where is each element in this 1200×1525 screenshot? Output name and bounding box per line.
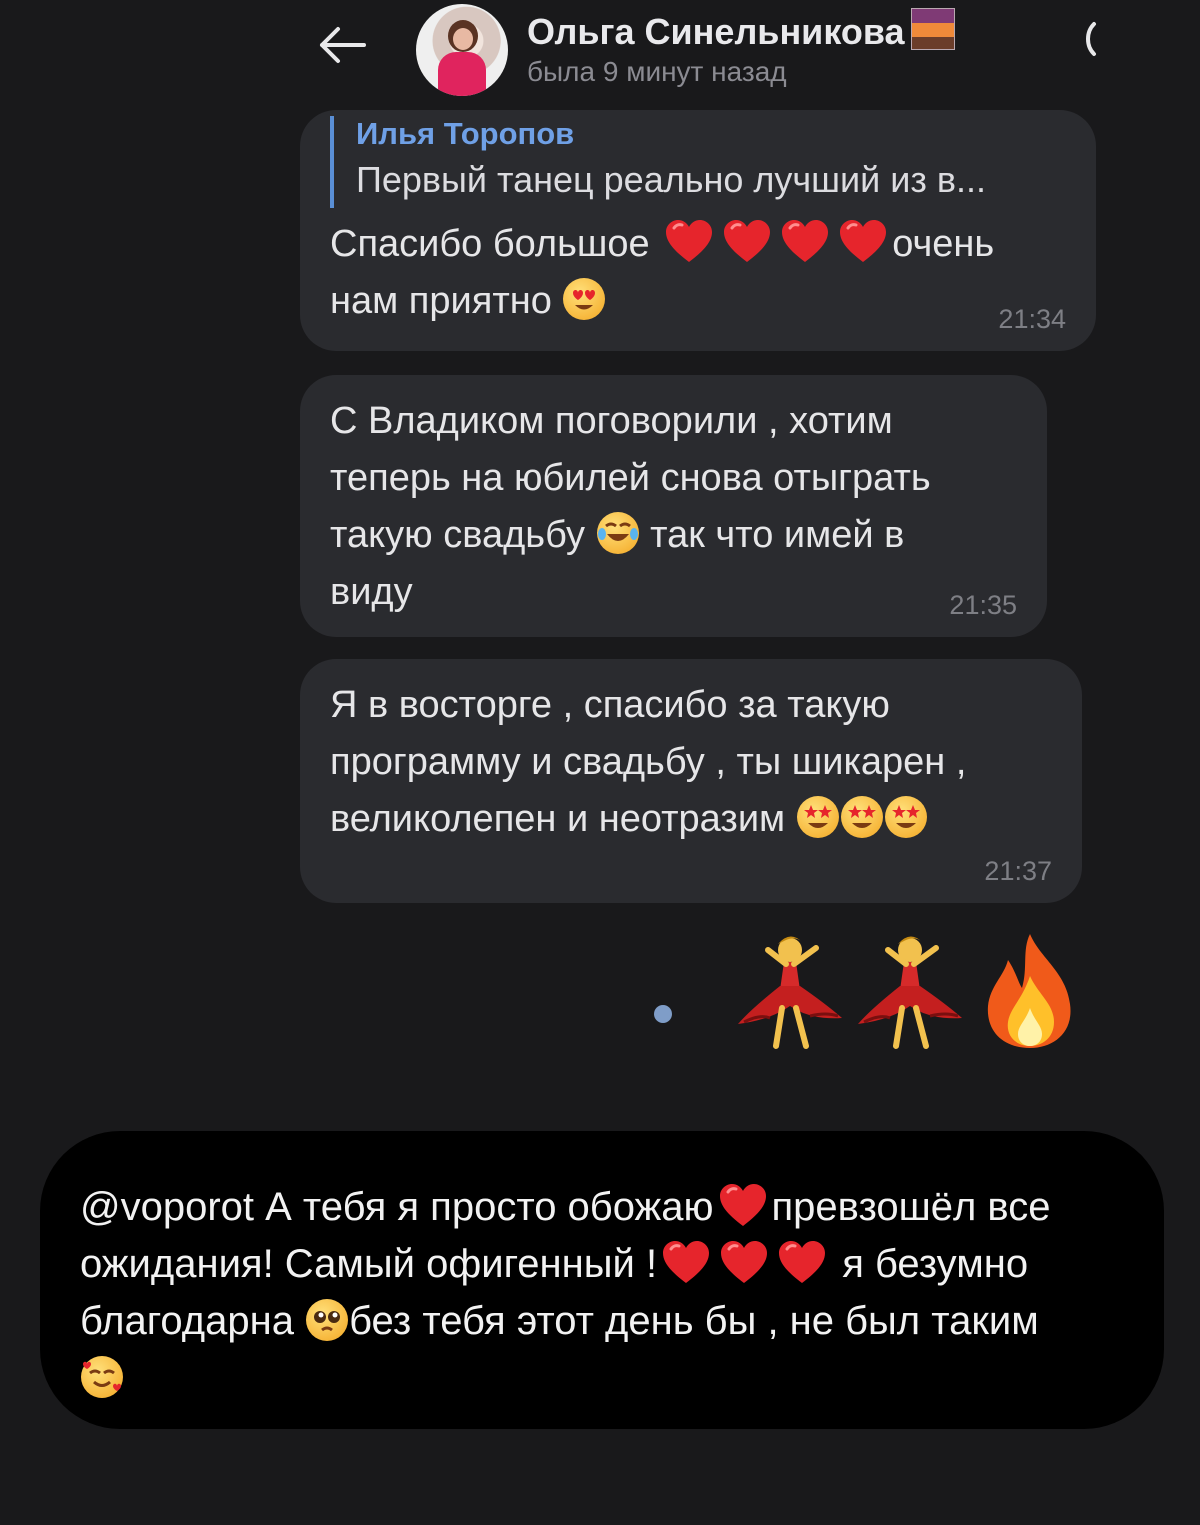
heart-icon bbox=[776, 1237, 828, 1289]
message-text-part: очень bbox=[892, 223, 995, 265]
message-bubble[interactable]: Я в восторге , спасибо за такую программ… bbox=[300, 659, 1082, 903]
heart-icon bbox=[721, 216, 773, 268]
reply-quote[interactable]: Илья Торопов Первый танец реально лучший… bbox=[330, 116, 1066, 208]
star-struck-icon bbox=[884, 796, 927, 838]
message-text: Спасибо большое очень нам приятно bbox=[330, 216, 1066, 330]
arrow-left-icon[interactable] bbox=[312, 20, 372, 70]
message-text: Я в восторге , спасибо за такую программ… bbox=[330, 677, 1052, 848]
heart-icon bbox=[837, 216, 889, 268]
message-line: С Владиком поговорили , хотим bbox=[330, 400, 893, 442]
caption-part: благодарна bbox=[80, 1299, 294, 1343]
message-text: С Владиком поговорили , хотим теперь на … bbox=[330, 393, 1017, 621]
message-text-part: нам приятно bbox=[330, 280, 552, 322]
pleading-face-icon bbox=[306, 1299, 349, 1341]
message-line: Я в восторге , спасибо за такую bbox=[330, 684, 890, 726]
message-line: такую свадьбу bbox=[330, 514, 586, 556]
message-time: 21:34 bbox=[998, 304, 1066, 334]
message-text-part: Спасибо большое bbox=[330, 223, 650, 265]
phone-icon[interactable] bbox=[1078, 14, 1102, 64]
message-time: 21:35 bbox=[949, 590, 1017, 620]
chat-header: Ольга Синельникова была 9 минут назад bbox=[0, 0, 1200, 105]
message-line: великолепен и неотразим bbox=[330, 798, 786, 840]
story-caption: @voporot А тебя я просто обожаю превзошёл… bbox=[40, 1131, 1164, 1429]
smiling-face-with-hearts-icon bbox=[81, 1356, 123, 1398]
caption-part: я безумно bbox=[842, 1242, 1029, 1286]
caption-part: превзошёл все bbox=[771, 1185, 1051, 1229]
heart-icon bbox=[660, 1237, 712, 1289]
message-bubble[interactable]: Илья Торопов Первый танец реально лучший… bbox=[300, 110, 1096, 351]
heart-icon bbox=[718, 1237, 770, 1289]
reply-text: Первый танец реально лучший из в... bbox=[356, 159, 986, 200]
message-bubble[interactable]: С Владиком поговорили , хотим теперь на … bbox=[300, 375, 1047, 637]
contact-status: была 9 минут назад bbox=[527, 56, 787, 87]
message-time: 21:37 bbox=[984, 856, 1052, 886]
avatar[interactable] bbox=[416, 4, 508, 96]
message-line: программу и свадьбу , ты шикарен , bbox=[330, 741, 967, 783]
caption-text: @voporot А тебя я просто обожаю превзошёл… bbox=[80, 1179, 1124, 1407]
contact-name[interactable]: Ольга Синельникова bbox=[527, 8, 955, 53]
caption-part: @voporot А тебя я просто обожаю bbox=[80, 1185, 714, 1229]
heart-icon bbox=[779, 216, 831, 268]
tears-of-joy-icon bbox=[596, 512, 639, 554]
message-line: так что имей в bbox=[650, 514, 905, 556]
heart-icon bbox=[717, 1180, 769, 1232]
heart-icon bbox=[663, 216, 715, 268]
message-line: виду bbox=[330, 571, 413, 613]
reply-author: Илья Торопов bbox=[356, 116, 575, 151]
caption-part: ожидания! Самый офигенный ! bbox=[80, 1242, 658, 1286]
star-struck-icon bbox=[796, 796, 839, 838]
heart-eyes-icon bbox=[563, 278, 606, 320]
star-struck-icon bbox=[840, 796, 883, 838]
dancer-icon bbox=[858, 936, 962, 1049]
fire-icon bbox=[987, 934, 1071, 1048]
message-line: теперь на юбилей снова отыграть bbox=[330, 457, 931, 499]
caption-part: без тебя этот день бы , не был таким bbox=[349, 1299, 1039, 1343]
dancer-icon bbox=[738, 936, 842, 1049]
contact-name-text: Ольга Синельникова bbox=[527, 11, 905, 52]
sunset-icon bbox=[910, 8, 955, 50]
unread-dot bbox=[654, 1005, 672, 1023]
